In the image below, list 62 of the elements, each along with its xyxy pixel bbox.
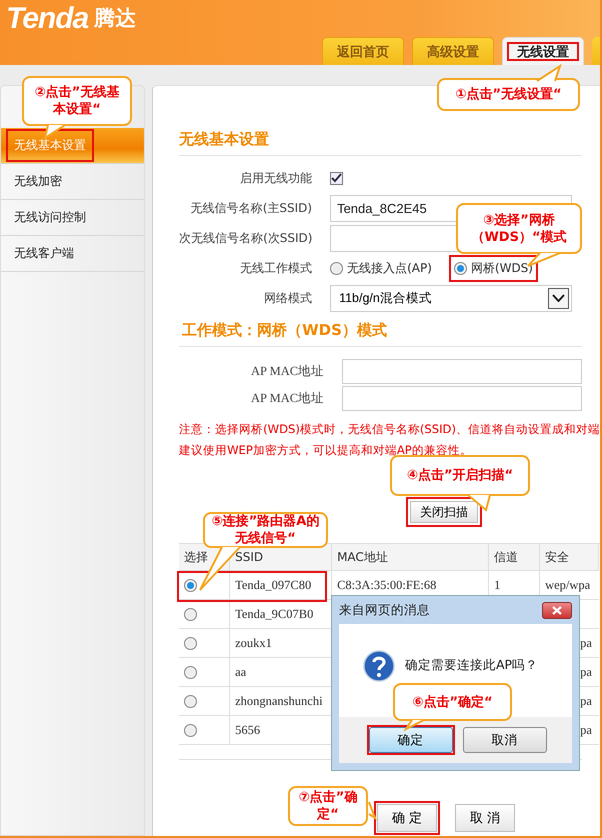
row-radio[interactable]: [184, 578, 198, 592]
callout-tail: [366, 800, 376, 822]
table-cell: pa: [580, 664, 592, 680]
table-cell: Tenda_097C80: [235, 578, 312, 592]
section-title: 工作模式：网桥（WDS）模式: [179, 321, 582, 347]
dialog-button[interactable]: 确定: [368, 727, 452, 753]
field-label: 网络模式: [263, 290, 312, 306]
dialog-button[interactable]: 取消: [462, 727, 546, 753]
sidebar-item[interactable]: 无线客户端: [1, 236, 144, 272]
mode-radio[interactable]: [330, 262, 344, 274]
table-cell: wep/wpa: [545, 578, 590, 592]
table-cell: zhongnanshunchi: [235, 694, 323, 708]
callout-tooltip: ②点击”无线基本设置“: [22, 76, 132, 126]
field-label: 启用无线功能: [239, 170, 312, 186]
table-cell: C8:3A:35:00:FE:68: [337, 578, 436, 592]
dialog-message: 确定需要连接此AP吗？: [405, 657, 538, 674]
table-cell: pa: [580, 694, 592, 708]
table-cell: aa: [235, 664, 246, 680]
question-icon: [363, 650, 395, 682]
row-radio[interactable]: [184, 608, 198, 620]
field-label: 无线信号名称(主SSID): [190, 200, 312, 216]
scan-button[interactable]: 关闭扫描: [410, 501, 478, 523]
nav-tab[interactable]: 无线设置: [502, 37, 584, 65]
column-header: 信道: [489, 544, 540, 571]
logo-chinese: 腾达: [94, 5, 136, 32]
highlight-frame: [507, 42, 579, 61]
table-cell: Tenda_9C07B0: [235, 606, 314, 622]
column-header: MAC地址: [332, 544, 490, 571]
cancel-button[interactable]: 取 消: [455, 804, 516, 832]
section-title: 无线基本设置: [179, 130, 582, 156]
radio-label: 无线接入点(AP): [347, 260, 432, 276]
nav-tab[interactable]: 返回首页: [322, 37, 404, 65]
row-radio[interactable]: [184, 694, 198, 708]
sidebar-item[interactable]: 无线加密: [1, 164, 144, 200]
notice-text: 注意：选择网桥(WDS)模式时，无线信号名称(SSID)、信道将自动设置成和对端: [179, 421, 600, 438]
row-radio[interactable]: [184, 666, 198, 678]
confirm-button[interactable]: 确 定: [377, 804, 438, 832]
sidebar-item[interactable]: 无线访问控制: [1, 200, 144, 236]
close-button[interactable]: [542, 602, 572, 618]
logo: Tenda: [6, 2, 88, 36]
table-cell: 1: [494, 578, 500, 592]
column-header: 安全: [540, 544, 600, 571]
row-radio[interactable]: [184, 636, 198, 650]
table-cell: zoukx1: [235, 636, 272, 650]
table-cell: pa: [580, 636, 592, 650]
field-label: AP MAC地址: [250, 363, 324, 380]
mac-input[interactable]: [342, 359, 582, 384]
row-radio[interactable]: [184, 724, 198, 736]
field-label: 无线工作模式: [239, 260, 312, 276]
callout-tail: [535, 64, 563, 81]
mac-input[interactable]: [342, 386, 582, 411]
close-icon: [552, 606, 562, 614]
table-cell: pa: [580, 722, 592, 738]
mode-radio[interactable]: [454, 262, 467, 274]
nav-tab[interactable]: 高级设置: [412, 37, 494, 65]
field-label: 次无线信号名称(次SSID): [179, 230, 312, 246]
field-label: AP MAC地址: [250, 390, 324, 407]
network-mode-select[interactable]: 11b/g/n混合模式: [330, 284, 572, 312]
radio-label: 网桥(WDS): [470, 260, 533, 276]
table-cell: 5656: [235, 722, 260, 738]
enable-checkbox[interactable]: [330, 172, 344, 184]
dialog-title: 来自网页的消息: [339, 602, 430, 618]
